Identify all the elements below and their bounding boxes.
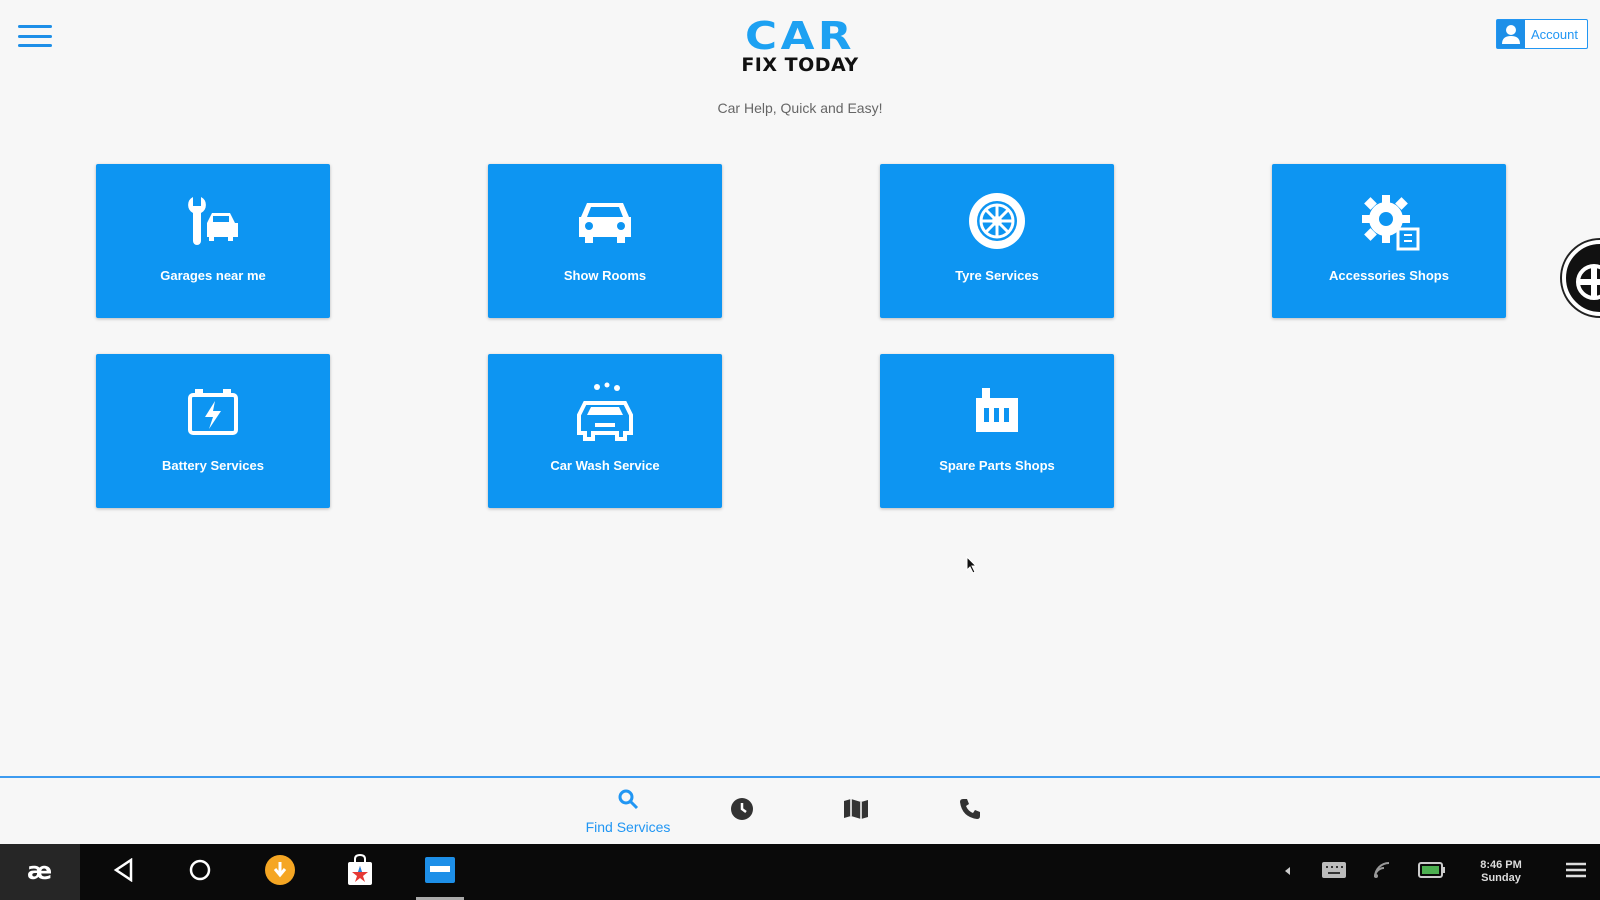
nav-map[interactable]: [800, 778, 912, 844]
taskbar-app-store[interactable]: [332, 844, 388, 900]
notifications-button[interactable]: [1556, 844, 1596, 900]
tray-expand-button[interactable]: [1276, 844, 1300, 900]
tile-accessories-shops[interactable]: Accessories Shops: [1272, 164, 1506, 318]
tyre-icon: [968, 190, 1026, 252]
account-button[interactable]: Account: [1496, 19, 1588, 49]
tile-tyre-services[interactable]: Tyre Services: [880, 164, 1114, 318]
spare-parts-icon: [972, 380, 1022, 442]
menu-icon-bar: [18, 25, 52, 28]
nav-phone[interactable]: [914, 778, 1026, 844]
tray-battery[interactable]: [1414, 844, 1450, 900]
gear-icon: [1358, 190, 1420, 252]
back-icon: [113, 857, 135, 887]
account-label: Account: [1531, 26, 1578, 42]
car-wash-icon: [575, 380, 635, 442]
nav-label: Find Services: [585, 818, 671, 835]
phone-icon: [958, 797, 982, 826]
tile-label: Car Wash Service: [550, 458, 660, 473]
history-icon: [729, 796, 755, 827]
network-icon: [1372, 860, 1392, 885]
battery-icon: [187, 380, 239, 442]
app-logo: CAR FIX TODAY: [735, 17, 865, 76]
tile-label: Tyre Services: [955, 268, 1039, 283]
tile-label: Battery Services: [162, 458, 264, 473]
tray-network[interactable]: [1364, 844, 1400, 900]
start-icon: æ: [25, 857, 55, 888]
clock-day: Sunday: [1481, 872, 1521, 884]
map-icon: [843, 798, 869, 825]
taskbar-clock[interactable]: 8:46 PM Sunday: [1466, 859, 1536, 885]
caret-left-icon: [1283, 863, 1293, 881]
bottom-navigation: Find Services: [0, 776, 1600, 844]
list-menu-icon: [1565, 861, 1587, 884]
taskbar-app-download[interactable]: [252, 844, 308, 900]
car-fix-app-icon: [424, 856, 456, 889]
start-button[interactable]: æ: [0, 844, 80, 900]
back-button[interactable]: [96, 844, 152, 900]
battery-status-icon: [1418, 861, 1446, 883]
nav-find-services[interactable]: Find Services: [572, 778, 684, 844]
mouse-cursor: [966, 555, 978, 579]
tile-show-rooms[interactable]: Show Rooms: [488, 164, 722, 318]
menu-icon-bar: [18, 34, 52, 38]
user-icon: [1497, 20, 1525, 48]
bubble-icon: [1576, 264, 1600, 300]
tray-keyboard[interactable]: [1316, 844, 1352, 900]
tile-label: Spare Parts Shops: [939, 458, 1055, 473]
menu-icon-bar: [18, 44, 52, 47]
home-button[interactable]: [172, 844, 228, 900]
tile-label: Show Rooms: [563, 268, 647, 283]
download-app-icon: [264, 854, 296, 891]
keyboard-icon: [1321, 861, 1347, 884]
car-front-icon: [577, 190, 633, 252]
tile-battery-services[interactable]: Battery Services: [96, 354, 330, 508]
tile-spare-parts-shops[interactable]: Spare Parts Shops: [880, 354, 1114, 508]
search-icon: [617, 788, 639, 815]
wrench-car-icon: [183, 190, 243, 252]
taskbar-app-car-fix[interactable]: [410, 844, 470, 900]
tile-garages-near-me[interactable]: Garages near me: [96, 164, 330, 318]
tile-car-wash-service[interactable]: Car Wash Service: [488, 354, 722, 508]
clock-time: 8:46 PM: [1480, 859, 1522, 871]
tile-label: Accessories Shops: [1329, 268, 1449, 283]
floating-chat-bubble[interactable]: [1562, 240, 1600, 316]
tile-label: Garages near me: [160, 268, 266, 283]
store-app-icon: [346, 853, 374, 891]
home-icon: [188, 858, 212, 887]
nav-history[interactable]: [686, 778, 798, 844]
logo-car-text: CAR: [745, 14, 855, 58]
tagline: Car Help, Quick and Easy!: [717, 100, 883, 116]
hamburger-menu-button[interactable]: [18, 22, 52, 50]
system-taskbar: æ 8:46 PM Sunday: [0, 844, 1600, 900]
svg-text:æ: æ: [27, 857, 52, 883]
